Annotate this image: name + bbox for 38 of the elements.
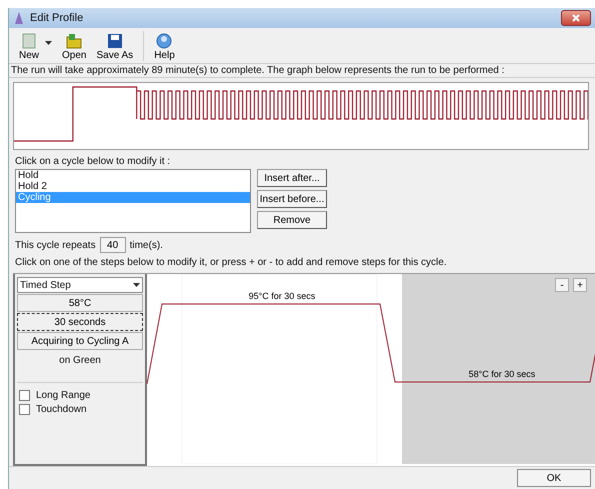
step-button[interactable]: + bbox=[573, 278, 587, 292]
toolbar-button[interactable]: New bbox=[15, 33, 56, 61]
option-label: Touchdown bbox=[36, 404, 87, 415]
cycle-list[interactable]: Hold Hold 2 Cycling bbox=[15, 169, 251, 233]
toolbar-button[interactable]: Open bbox=[58, 33, 90, 61]
app-icon bbox=[13, 11, 25, 25]
temperature-button[interactable]: 58°C bbox=[17, 294, 143, 312]
checkbox[interactable] bbox=[19, 404, 30, 415]
cycle-button[interactable]: Insert after... bbox=[257, 169, 327, 187]
step-type-dropdown[interactable]: Timed Step bbox=[17, 277, 143, 293]
repeat-unit: time(s). bbox=[130, 240, 163, 250]
run-info-text: The run will take approximately 89 minute(s) to complete. The graph below represents the run to be performed : bbox=[9, 63, 595, 78]
window-title: Edit Profile bbox=[30, 12, 84, 24]
caret-icon bbox=[133, 283, 140, 287]
cycle-item[interactable]: Hold bbox=[16, 170, 250, 181]
document-icon bbox=[21, 33, 37, 49]
channel-text: on Green bbox=[17, 351, 143, 383]
duration-button[interactable]: 30 seconds bbox=[17, 313, 143, 331]
step-button[interactable]: - bbox=[555, 278, 569, 292]
close-icon bbox=[572, 14, 580, 22]
repeat-field[interactable]: 40 bbox=[100, 237, 126, 253]
ok-button[interactable]: OK bbox=[517, 469, 591, 487]
folder-icon bbox=[66, 33, 82, 49]
step-label: 58°C for 30 secs bbox=[468, 369, 536, 379]
option-label: Long Range bbox=[36, 390, 90, 401]
steps-prompt: Click on one of the steps below to modify it, or press + or - to add and remove steps for this cycle. bbox=[14, 256, 448, 270]
checkbox[interactable] bbox=[19, 390, 30, 401]
cycle-button[interactable]: Remove bbox=[257, 211, 327, 229]
caret-icon bbox=[45, 41, 52, 45]
toolbar-button[interactable]: Help bbox=[150, 33, 179, 61]
toolbar-button[interactable]: Save As bbox=[92, 33, 138, 61]
cycle-button[interactable]: Insert before... bbox=[257, 190, 327, 208]
close-button[interactable] bbox=[561, 10, 591, 26]
step-label: 95°C for 30 secs bbox=[248, 291, 316, 301]
acquiring-button[interactable]: Acquiring to Cycling A bbox=[17, 332, 143, 350]
cycle-prompt: Click on a cycle below to modify it : bbox=[14, 155, 172, 169]
cycle-item[interactable]: Hold 2 bbox=[16, 181, 250, 192]
repeat-label: This cycle repeats bbox=[15, 240, 96, 250]
